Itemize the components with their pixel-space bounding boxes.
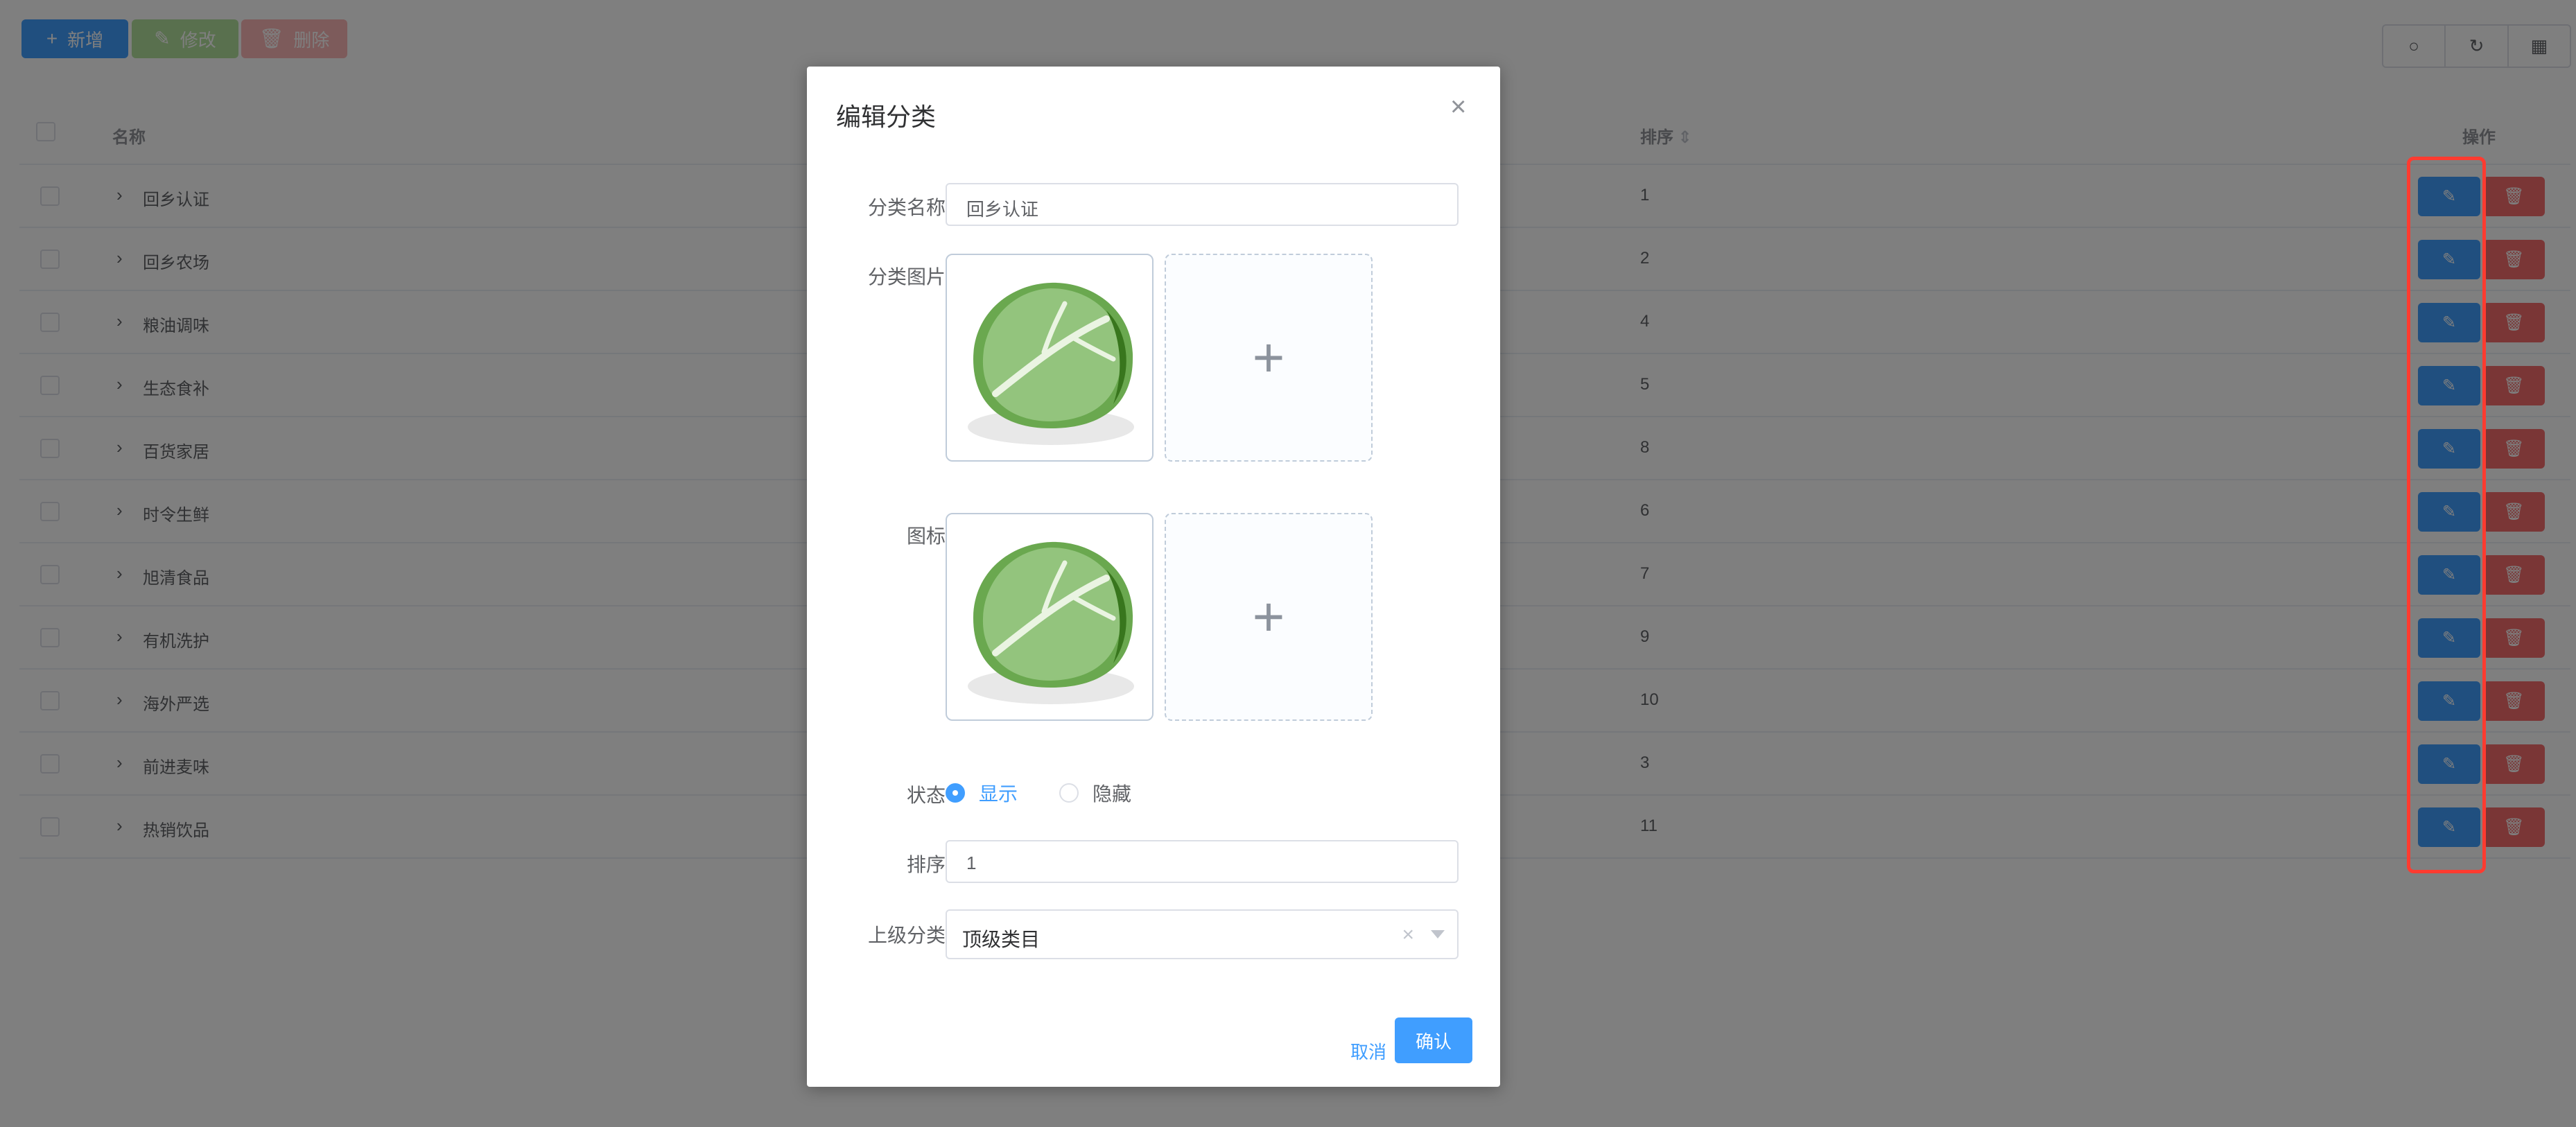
icon-label: 图标 bbox=[906, 525, 946, 547]
plus-icon: + bbox=[1252, 586, 1285, 647]
plus-icon: + bbox=[1252, 326, 1285, 388]
chevron-down-icon[interactable] bbox=[1431, 930, 1445, 938]
edit-category-dialog: 编辑分类 × 分类名称 回乡认证 分类图片 + 图标 + 状态 显示 隐藏 排序… bbox=[807, 67, 1500, 1087]
status-hide-radio[interactable] bbox=[1059, 783, 1079, 803]
clear-icon[interactable]: × bbox=[1402, 923, 1414, 947]
icon-image-thumbnail[interactable] bbox=[946, 513, 1154, 721]
parent-category-label: 上级分类 bbox=[867, 925, 946, 946]
cabbage-icon bbox=[968, 282, 1134, 445]
upload-category-image-button[interactable]: + bbox=[1165, 254, 1373, 462]
status-hide-label[interactable]: 隐藏 bbox=[1093, 779, 1131, 807]
status-show-radio[interactable] bbox=[946, 783, 965, 803]
upload-icon-button[interactable]: + bbox=[1165, 513, 1373, 721]
parent-category-value: 顶级类目 bbox=[962, 929, 1041, 950]
category-image-thumbnail[interactable] bbox=[946, 254, 1154, 462]
dialog-title: 编辑分类 bbox=[836, 103, 937, 131]
close-icon[interactable]: × bbox=[1450, 93, 1466, 121]
sort-label: 排序 bbox=[906, 854, 946, 875]
status-radio-group: 显示 隐藏 bbox=[946, 779, 1131, 807]
status-show-label[interactable]: 显示 bbox=[979, 779, 1018, 807]
status-label: 状态 bbox=[906, 785, 946, 806]
highlight-annotation-box bbox=[2407, 157, 2486, 873]
category-image-label: 分类图片 bbox=[867, 266, 946, 288]
confirm-button[interactable]: 确认 bbox=[1395, 1017, 1472, 1063]
category-name-label: 分类名称 bbox=[867, 197, 946, 218]
cabbage-icon bbox=[968, 541, 1134, 704]
sort-input[interactable]: 1 bbox=[946, 840, 1459, 883]
parent-category-select[interactable]: 顶级类目 × bbox=[946, 909, 1459, 959]
category-name-input[interactable]: 回乡认证 bbox=[946, 183, 1459, 226]
cancel-button[interactable]: 取消 bbox=[1339, 1029, 1398, 1073]
